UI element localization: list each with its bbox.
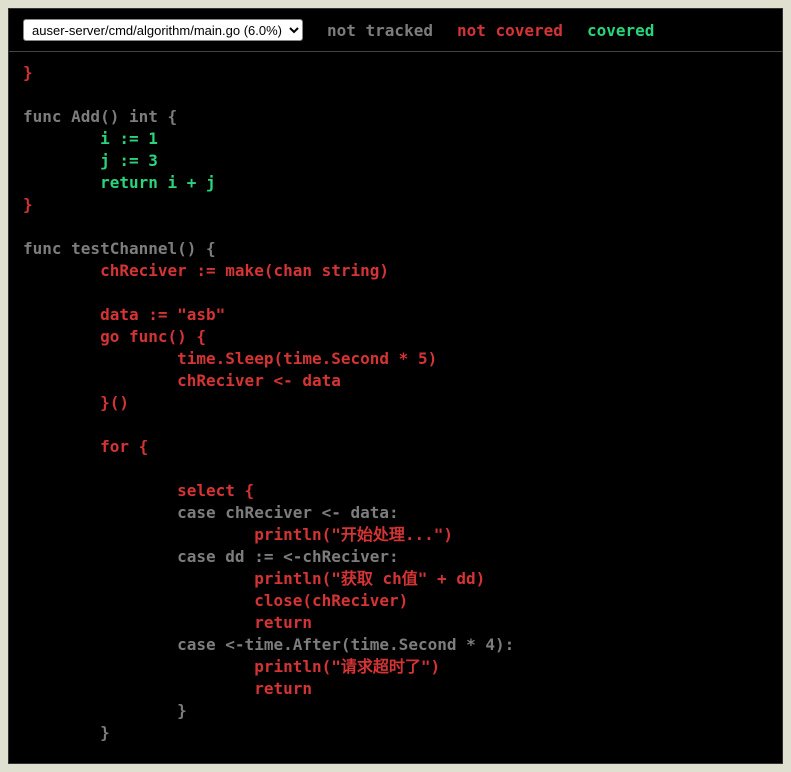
code-line <box>23 84 768 106</box>
code-line: } <box>23 194 768 216</box>
topbar: auser-server/cmd/algorithm/main.go (6.0%… <box>9 9 782 52</box>
code-line <box>23 414 768 436</box>
code-line: println("请求超时了") <box>23 656 768 678</box>
code-line: case <-time.After(time.Second * 4): <box>23 634 768 656</box>
code-line <box>23 216 768 238</box>
file-dropdown[interactable]: auser-server/cmd/algorithm/main.go (6.0%… <box>23 19 303 41</box>
code-area: } func Add() int { i := 1 j := 3 return … <box>9 52 782 763</box>
code-line: return <box>23 678 768 700</box>
code-line <box>23 282 768 304</box>
code-line: data := "asb" <box>23 304 768 326</box>
code-line: go func() { <box>23 326 768 348</box>
code-line: } <box>23 722 768 744</box>
code-line <box>23 744 768 763</box>
code-line: i := 1 <box>23 128 768 150</box>
code-line: func testChannel() { <box>23 238 768 260</box>
code-line: func Add() int { <box>23 106 768 128</box>
code-line: case chReciver <- data: <box>23 502 768 524</box>
code-line: j := 3 <box>23 150 768 172</box>
code-line: } <box>23 700 768 722</box>
legend-not-tracked: not tracked <box>327 21 433 40</box>
code-line: }() <box>23 392 768 414</box>
code-line: for { <box>23 436 768 458</box>
code-line: chReciver := make(chan string) <box>23 260 768 282</box>
code-line <box>23 458 768 480</box>
code-line: println("开始处理...") <box>23 524 768 546</box>
code-line: chReciver <- data <box>23 370 768 392</box>
code-line: } <box>23 62 768 84</box>
coverage-viewer: auser-server/cmd/algorithm/main.go (6.0%… <box>8 8 783 764</box>
code-line: select { <box>23 480 768 502</box>
code-line: return <box>23 612 768 634</box>
legend-not-covered: not covered <box>457 21 563 40</box>
code-line: time.Sleep(time.Second * 5) <box>23 348 768 370</box>
code-line: return i + j <box>23 172 768 194</box>
legend-covered: covered <box>587 21 654 40</box>
code-line: case dd := <-chReciver: <box>23 546 768 568</box>
code-line: println("获取 ch值" + dd) <box>23 568 768 590</box>
code-line: close(chReciver) <box>23 590 768 612</box>
